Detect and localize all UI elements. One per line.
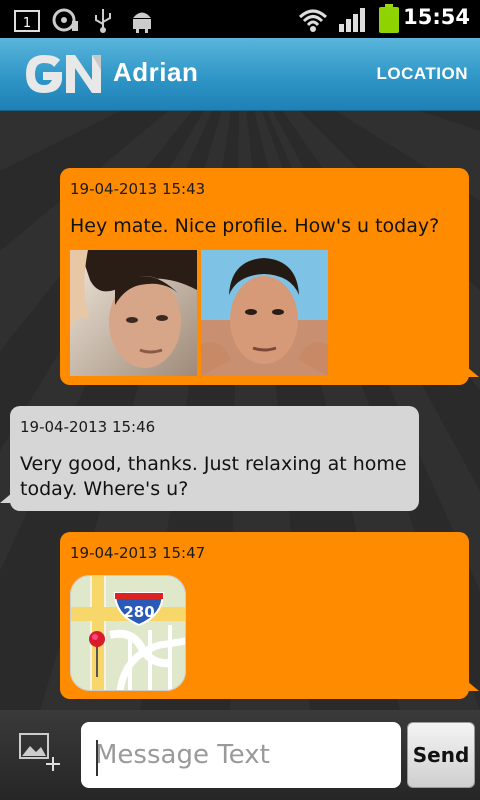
bubble-tail bbox=[467, 367, 479, 377]
message-timestamp: 19-04-2013 15:43 bbox=[70, 180, 206, 198]
usb-icon bbox=[92, 7, 114, 37]
sd-card-icon bbox=[52, 7, 80, 37]
message-text-line-2: today. Where's u? bbox=[20, 478, 189, 500]
notification-count: 1 bbox=[23, 16, 31, 31]
message-bubble-incoming[interactable]: 19-04-2013 15:46 Very good, thanks. Just… bbox=[0, 406, 419, 511]
message-bubble-outgoing[interactable]: 19-04-2013 15:43 Hey mate. Nice profile.… bbox=[60, 168, 479, 385]
message-text-line-1: Very good, thanks. Just relaxing at home bbox=[20, 453, 407, 475]
message-input[interactable] bbox=[81, 722, 401, 788]
chat-area[interactable]: 19-04-2013 15:43 Hey mate. Nice profile.… bbox=[0, 111, 480, 710]
signal-icon bbox=[338, 7, 366, 37]
bubble-tail bbox=[467, 681, 479, 691]
attach-photo-button[interactable] bbox=[16, 730, 64, 784]
bubble-tail bbox=[0, 493, 12, 503]
map-location-attachment[interactable]: 280 bbox=[70, 575, 186, 691]
composer-bar: Send bbox=[0, 710, 480, 800]
message-timestamp: 19-04-2013 15:47 bbox=[70, 544, 206, 562]
battery-icon bbox=[378, 4, 400, 38]
contact-name: Adrian bbox=[113, 57, 199, 87]
wifi-icon bbox=[298, 7, 328, 37]
highway-shield-number: 280 bbox=[123, 603, 154, 621]
map-icon: 280 bbox=[70, 575, 186, 691]
gn-logo bbox=[20, 50, 106, 98]
send-button[interactable]: Send bbox=[407, 722, 475, 788]
status-time: 15:54 bbox=[403, 5, 470, 29]
android-debug-icon bbox=[130, 7, 154, 37]
message-bubble-outgoing[interactable]: 19-04-2013 15:47 280 bbox=[60, 532, 479, 699]
notification-counter-icon: 1 bbox=[14, 8, 40, 36]
status-bar: 1 15:54 bbox=[0, 0, 480, 38]
add-photo-icon bbox=[19, 733, 60, 771]
conversation-header: Adrian LOCATION bbox=[0, 38, 480, 111]
message-timestamp: 19-04-2013 15:46 bbox=[20, 418, 156, 436]
message-text: Hey mate. Nice profile. How's u today? bbox=[70, 215, 440, 237]
text-caret bbox=[96, 740, 98, 776]
photo-attachment-2[interactable] bbox=[201, 250, 328, 376]
location-button[interactable]: LOCATION bbox=[376, 64, 468, 84]
photo-attachment-1[interactable] bbox=[70, 250, 197, 376]
